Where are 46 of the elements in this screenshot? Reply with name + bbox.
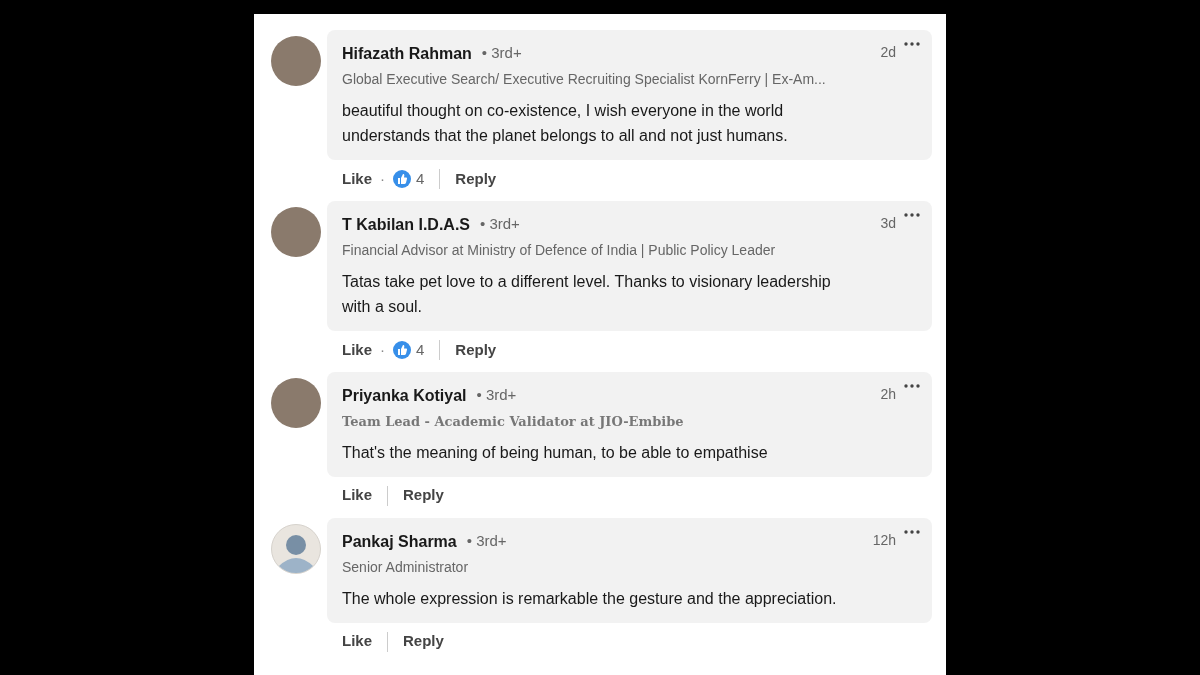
connection-degree: • 3rd+ <box>476 385 517 405</box>
reply-button[interactable]: Reply <box>455 167 497 191</box>
connection-degree: • 3rd+ <box>481 43 522 63</box>
like-button[interactable]: Like <box>342 338 372 362</box>
commenter-headline: Financial Advisor at Ministry of Defence of India | Public Policy Leader <box>342 241 777 260</box>
comment-text: That's the meaning of being human, to be able to empathise <box>342 442 769 463</box>
more-options-button[interactable] <box>904 213 920 217</box>
ellipsis-icon <box>904 384 920 388</box>
commenter-name[interactable]: T Kabilan I.D.A.S <box>342 213 470 237</box>
ellipsis-icon <box>904 213 920 217</box>
avatar-photo-placeholder <box>271 36 321 86</box>
commenter-headline: Team Lead - Academic Validator at JIO-Embibe <box>342 413 685 431</box>
comment-time: 3d <box>880 214 896 233</box>
more-options-button[interactable] <box>904 42 920 46</box>
like-button[interactable]: Like <box>342 630 372 653</box>
comment-time: 2h <box>880 385 896 404</box>
more-options-button[interactable] <box>904 384 920 388</box>
commenter-name[interactable]: Pankaj Sharma <box>342 529 457 554</box>
reaction-count[interactable]: 4 <box>416 338 425 362</box>
avatar-silhouette-icon <box>271 523 321 574</box>
thumbs-up-icon <box>393 341 411 359</box>
commenter-name[interactable]: Priyanka Kotiyal <box>342 384 467 408</box>
reply-button[interactable]: Reply <box>403 484 444 507</box>
separator-dot: · <box>380 168 385 189</box>
like-button[interactable]: Like <box>342 484 372 507</box>
commenter-headline: Global Executive Search/ Executive Recruiting Specialist KornFerry | Ex-Am... <box>342 70 827 89</box>
comment-text: Tatas take pet love to a different level. Thanks to visionary leadership with a soul. <box>342 272 832 317</box>
thumbs-up-icon <box>393 170 411 188</box>
comment-time: 2d <box>880 43 896 62</box>
reaction-count[interactable]: 4 <box>416 167 425 191</box>
comment-text: The whole expression is remarkable the gesture and the appreciation. <box>342 588 838 609</box>
avatar-photo-placeholder <box>271 378 321 428</box>
like-button[interactable]: Like <box>342 167 372 191</box>
commenter-headline: Senior Administrator <box>342 557 470 577</box>
avatar-photo-placeholder <box>271 207 321 257</box>
separator-dot: · <box>380 339 385 360</box>
connection-degree: • 3rd+ <box>466 530 507 551</box>
comment-text: beautiful thought on co-existence, I wish everyone in the world understands that the planet belongs to all and not just humans. <box>342 101 789 146</box>
reply-button[interactable]: Reply <box>403 630 444 653</box>
reply-button[interactable]: Reply <box>455 338 497 362</box>
commenter-name[interactable]: Hifazath Rahman <box>342 42 472 66</box>
comment-time: 12h <box>872 530 896 550</box>
more-options-button[interactable] <box>904 529 920 534</box>
ellipsis-icon <box>904 42 920 46</box>
ellipsis-icon <box>904 529 920 534</box>
connection-degree: • 3rd+ <box>480 214 520 234</box>
